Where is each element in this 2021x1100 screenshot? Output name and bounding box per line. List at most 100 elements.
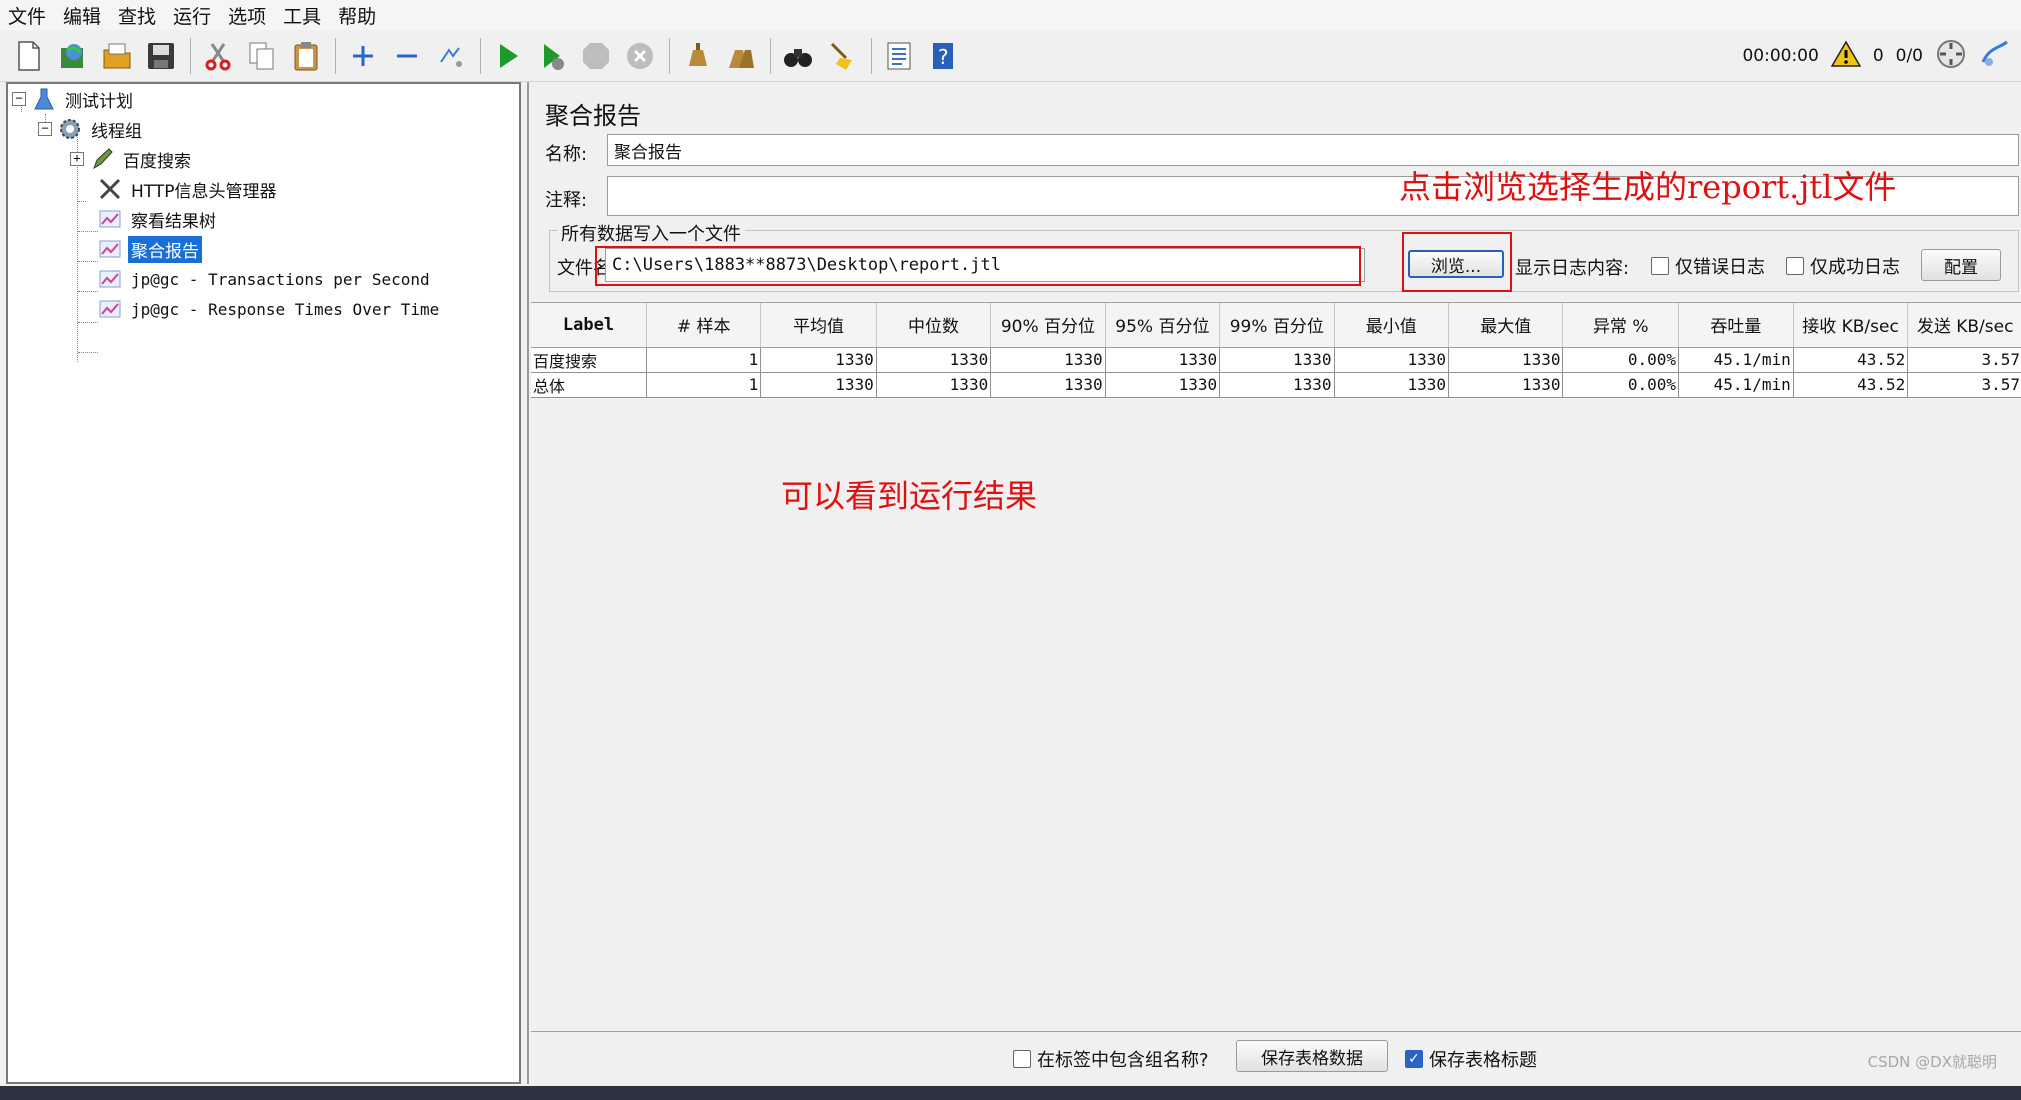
reset-search-broom-icon[interactable] [823, 37, 861, 75]
toolbar-separator [669, 37, 670, 74]
start-icon[interactable] [489, 37, 527, 75]
results-table: Label # 样本 平均值 中位数 90% 百分位 95% 百分位 99% 百… [531, 302, 2021, 1032]
column-header[interactable]: 90% 百分位 [990, 303, 1106, 348]
menu-file[interactable]: 文件 [6, 2, 48, 29]
column-header[interactable]: # 样本 [646, 303, 762, 348]
menu-tools[interactable]: 工具 [281, 2, 323, 29]
logger-icon[interactable] [1979, 38, 2011, 75]
search-binoculars-icon[interactable] [779, 37, 817, 75]
result-annotation: 可以看到运行结果 [781, 477, 1038, 515]
listener-chart-icon [98, 237, 122, 261]
column-header[interactable]: 最大值 [1448, 303, 1564, 348]
toolbar-status: 00:00:00 0 0/0 [1742, 30, 2011, 82]
thread-group-gear-icon [58, 117, 82, 141]
menu-search[interactable]: 查找 [116, 2, 158, 29]
table-header-row: Label # 样本 平均值 中位数 90% 百分位 95% 百分位 99% 百… [531, 303, 2021, 348]
start-no-pause-icon[interactable] [533, 37, 571, 75]
config-tools-icon [98, 177, 122, 201]
tree-item-sampler[interactable]: + 百度搜索 [70, 145, 194, 173]
tree-item-view-results-tree[interactable]: 察看结果树 [98, 205, 219, 233]
collapse-toggle[interactable]: − [38, 122, 52, 136]
column-header[interactable]: 平均值 [760, 303, 877, 348]
column-header[interactable]: 最小值 [1334, 303, 1450, 348]
column-header[interactable]: Label [531, 303, 648, 348]
column-header[interactable]: 异常 % [1562, 303, 1679, 348]
test-plan-icon [32, 87, 56, 111]
table-cell: 1330 [1219, 372, 1335, 398]
menu-bar: 文件 编辑 查找 运行 选项 工具 帮助 [0, 0, 2021, 30]
tree-item-tps-graph[interactable]: jp@gc - Transactions per Second [98, 265, 433, 293]
success-only-checkbox[interactable]: 仅成功日志 [1786, 253, 1900, 279]
table-cell: 1330 [1334, 347, 1450, 373]
column-header[interactable]: 发送 KB/sec [1907, 303, 2021, 348]
save-table-data-button[interactable]: 保存表格数据 [1236, 1040, 1388, 1072]
include-group-name-checkbox[interactable]: 在标签中包含组名称? [1013, 1046, 1209, 1072]
table-cell: 百度搜索 [531, 347, 648, 373]
svg-text:?: ? [938, 45, 949, 69]
write-results-group-title: 所有数据写入一个文件 [557, 220, 745, 246]
clear-icon[interactable] [678, 37, 716, 75]
paste-icon[interactable] [287, 37, 325, 75]
open-icon[interactable] [98, 37, 136, 75]
success-only-box[interactable] [1786, 257, 1804, 275]
errors-only-box[interactable] [1651, 257, 1669, 275]
shutdown-icon[interactable] [621, 37, 659, 75]
tree-item-header-manager[interactable]: HTTP信息头管理器 [98, 175, 280, 203]
elapsed-timer: 00:00:00 [1742, 46, 1819, 66]
browse-annotation: 点击浏览选择生成的report.jtl文件 [1399, 168, 1897, 206]
toggle-icon[interactable] [432, 37, 470, 75]
table-cell: 1330 [760, 347, 877, 373]
menu-options[interactable]: 选项 [226, 2, 268, 29]
collapse-toggle[interactable]: − [12, 92, 26, 106]
aggregate-report-panel: 聚合报告 名称: 聚合报告 注释: 所有数据写入一个文件 文件名 C:\User… [527, 82, 2021, 1084]
copy-icon[interactable] [243, 37, 281, 75]
tree-item-aggregate-report[interactable]: 聚合报告 [98, 235, 202, 263]
column-header[interactable]: 95% 百分位 [1105, 303, 1221, 348]
cut-icon[interactable] [199, 37, 237, 75]
save-icon[interactable] [142, 37, 180, 75]
table-cell: 0.00% [1562, 372, 1679, 398]
column-header[interactable]: 接收 KB/sec [1793, 303, 1909, 348]
table-cell: 1330 [876, 347, 992, 373]
table-cell: 1330 [1334, 372, 1450, 398]
tree-item-response-times-graph[interactable]: jp@gc - Response Times Over Time [98, 295, 442, 323]
table-cell: 3.57 [1907, 347, 2021, 373]
watermark: CSDN @DX就聪明 [1867, 1053, 1997, 1071]
table-cell: 3.57 [1907, 372, 2021, 398]
listener-chart-icon [98, 207, 122, 231]
table-row[interactable]: 总体 1 1330 1330 1330 1330 1330 1330 1330 … [531, 372, 2021, 398]
table-cell: 1330 [1105, 347, 1221, 373]
warning-count: 0 [1872, 46, 1884, 66]
expand-toggle[interactable]: + [70, 152, 84, 166]
listener-chart-icon [98, 297, 122, 321]
table-cell: 1330 [1448, 347, 1564, 373]
table-cell: 1330 [876, 372, 992, 398]
column-header[interactable]: 99% 百分位 [1219, 303, 1335, 348]
warning-icon[interactable] [1830, 40, 1862, 73]
table-row[interactable]: 百度搜索 1 1330 1330 1330 1330 1330 1330 133… [531, 347, 2021, 373]
panel-title: 聚合报告 [545, 102, 641, 130]
errors-only-checkbox[interactable]: 仅错误日志 [1651, 253, 1765, 279]
column-header[interactable]: 吞吐量 [1678, 303, 1794, 348]
include-group-name-box[interactable] [1013, 1050, 1031, 1068]
menu-run[interactable]: 运行 [171, 2, 213, 29]
stop-icon[interactable] [577, 37, 615, 75]
function-helper-icon[interactable] [880, 37, 918, 75]
remote-status-icon [1935, 38, 1967, 75]
help-icon[interactable]: ? [924, 37, 962, 75]
collapse-icon[interactable] [388, 37, 426, 75]
menu-help[interactable]: 帮助 [336, 2, 378, 29]
tree-item-thread-group[interactable]: − 线程组 [38, 115, 145, 143]
table-cell: 总体 [531, 372, 648, 398]
templates-icon[interactable] [54, 37, 92, 75]
new-icon[interactable] [10, 37, 48, 75]
save-table-header-checkbox[interactable]: ✓ 保存表格标题 [1405, 1046, 1537, 1072]
clear-all-icon[interactable] [722, 37, 760, 75]
comment-label: 注释: [545, 190, 588, 211]
save-table-header-box[interactable]: ✓ [1405, 1050, 1423, 1068]
expand-icon[interactable] [344, 37, 382, 75]
menu-edit[interactable]: 编辑 [61, 2, 103, 29]
column-header[interactable]: 中位数 [876, 303, 992, 348]
configure-button[interactable]: 配置 [1921, 249, 2001, 281]
tree-item-test-plan[interactable]: − 测试计划 [12, 85, 136, 113]
